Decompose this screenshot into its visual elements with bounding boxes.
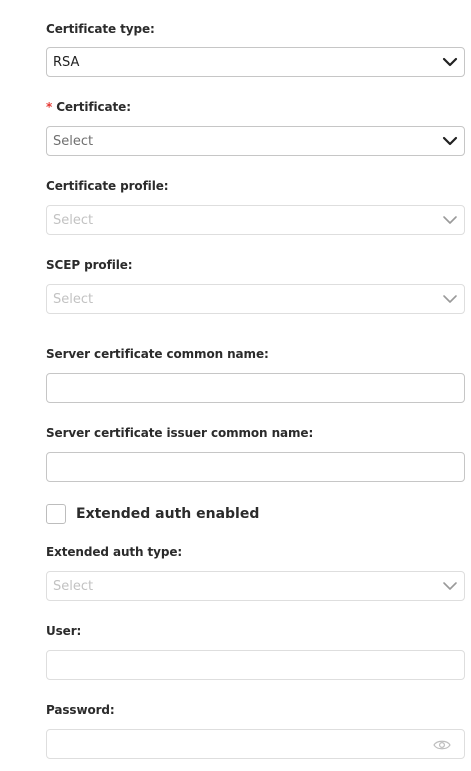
user-input[interactable] <box>46 650 465 680</box>
extended-auth-checkbox[interactable] <box>46 504 66 524</box>
extended-auth-type-select[interactable]: Select <box>46 571 465 601</box>
chevron-down-icon <box>442 136 458 146</box>
chevron-down-icon <box>443 216 457 224</box>
scep-profile-placeholder: Select <box>53 292 94 307</box>
extended-auth-checkbox-label[interactable]: Extended auth enabled <box>76 506 259 522</box>
required-marker: * <box>46 100 53 114</box>
chevron-down-icon <box>443 582 457 590</box>
certificate-type-label: Certificate type: <box>46 22 155 36</box>
certificate-type-value: RSA <box>53 55 80 70</box>
password-label: Password: <box>46 703 115 717</box>
chevron-down-icon <box>443 295 457 303</box>
certificate-select[interactable]: Select <box>46 126 465 156</box>
certificate-placeholder: Select <box>53 134 94 149</box>
certificate-form: Certificate type: RSA * Certificate: Sele… <box>0 0 471 771</box>
extended-auth-type-label: Extended auth type: <box>46 545 183 559</box>
server-cert-common-name-label: Server certificate common name: <box>46 347 269 361</box>
certificate-label: * Certificate: <box>46 100 131 114</box>
certificate-profile-placeholder: Select <box>53 213 94 228</box>
certificate-type-select[interactable]: RSA <box>46 47 465 77</box>
extended-auth-type-placeholder: Select <box>53 579 94 594</box>
server-cert-issuer-common-name-input[interactable] <box>46 452 465 482</box>
password-input[interactable] <box>46 729 465 759</box>
scep-profile-label: SCEP profile: <box>46 258 133 272</box>
user-label: User: <box>46 624 82 638</box>
eye-icon[interactable] <box>433 739 451 751</box>
certificate-label-text: Certificate: <box>56 100 131 114</box>
chevron-down-icon <box>442 57 458 67</box>
server-cert-issuer-common-name-label: Server certificate issuer common name: <box>46 426 314 440</box>
certificate-profile-label: Certificate profile: <box>46 179 169 193</box>
server-cert-common-name-input[interactable] <box>46 373 465 403</box>
certificate-profile-select[interactable]: Select <box>46 205 465 235</box>
scep-profile-select[interactable]: Select <box>46 284 465 314</box>
